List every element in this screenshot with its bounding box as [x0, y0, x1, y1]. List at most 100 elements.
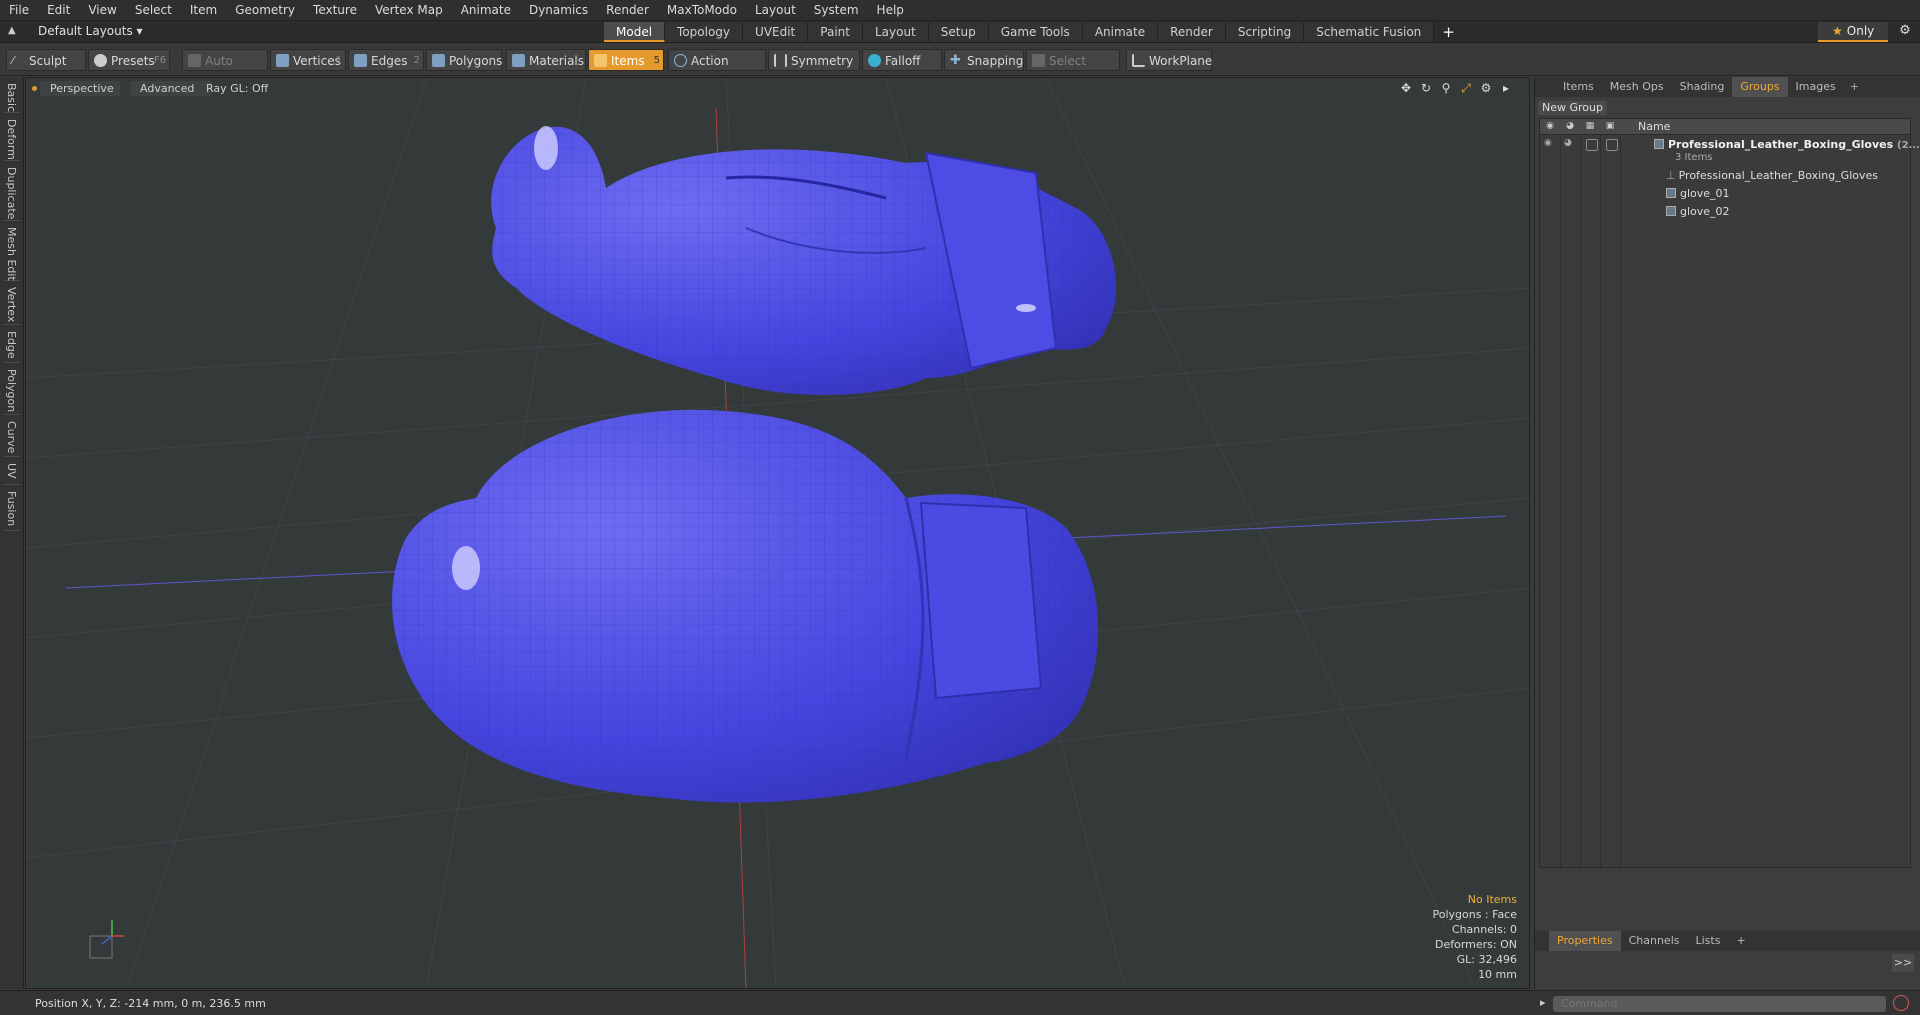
- tab-channels[interactable]: Channels: [1621, 931, 1688, 951]
- vtab-vertex[interactable]: Vertex: [3, 285, 21, 325]
- workplane-button[interactable]: WorkPlane: [1126, 49, 1212, 71]
- vtab-duplicate-label: Duplicate: [5, 167, 18, 220]
- menu-render[interactable]: Render: [597, 0, 658, 21]
- presets-shortcut: F6: [153, 55, 166, 66]
- rotate-view-icon[interactable]: ↻: [1419, 81, 1433, 96]
- vtab-deform[interactable]: Deform: [3, 117, 21, 161]
- fit-view-icon[interactable]: ⤢: [1459, 81, 1473, 96]
- raygl-button[interactable]: Ray GL: Off: [196, 81, 288, 96]
- tab-schematic-fusion[interactable]: Schematic Fusion: [1304, 22, 1435, 42]
- symmetry-button[interactable]: Symmetry: [768, 49, 860, 71]
- tab-uvedit[interactable]: UVEdit: [743, 22, 809, 42]
- edges-icon: [354, 54, 367, 67]
- sculpt-button[interactable]: ⁄ Sculpt: [6, 49, 86, 71]
- menu-file[interactable]: File: [0, 0, 38, 21]
- vtab-duplicate[interactable]: Duplicate: [3, 165, 21, 221]
- tab-properties[interactable]: Properties: [1549, 931, 1621, 951]
- vtab-basic[interactable]: Basic: [3, 81, 21, 113]
- layout-dropdown[interactable]: Default Layouts ▾: [38, 24, 143, 38]
- tab-groups[interactable]: Groups: [1732, 77, 1788, 97]
- polygons-button[interactable]: Polygons: [426, 49, 502, 71]
- command-input[interactable]: [1553, 996, 1886, 1012]
- tab-render[interactable]: Render: [1158, 22, 1226, 42]
- 3d-viewport[interactable]: Perspective Advanced Ray GL: Off ✥ ↻ ⚲ ⤢…: [25, 77, 1530, 989]
- group-lock-toggle[interactable]: [1586, 139, 1598, 151]
- tab-items[interactable]: Items: [1555, 77, 1602, 97]
- presets-label: Presets: [111, 54, 155, 68]
- new-group-button[interactable]: New Group: [1538, 101, 1607, 115]
- menu-vertex-map[interactable]: Vertex Map: [366, 0, 452, 21]
- tab-topology[interactable]: Topology: [665, 22, 744, 42]
- only-button[interactable]: ★ Only: [1818, 22, 1888, 42]
- menu-select[interactable]: Select: [126, 0, 181, 21]
- menu-maxtomodo[interactable]: MaxToModo: [658, 0, 746, 21]
- group-select-toggle[interactable]: [1606, 139, 1618, 151]
- auto-select-button[interactable]: Auto Select: [182, 49, 268, 90]
- edges-button[interactable]: Edges 2: [348, 49, 424, 71]
- materials-icon: [512, 54, 525, 67]
- tab-scripting[interactable]: Scripting: [1225, 22, 1305, 42]
- move-view-icon[interactable]: ✥: [1399, 81, 1413, 96]
- info-channels: Channels: 0: [1451, 923, 1517, 936]
- viewport-more-icon[interactable]: ▸: [1499, 81, 1513, 96]
- vtab-edge[interactable]: Edge: [3, 329, 21, 363]
- tab-shading[interactable]: Shading: [1672, 77, 1733, 97]
- list-item[interactable]: ⊥ Professional_Leather_Boxing_Gloves: [1666, 168, 1878, 184]
- menu-dynamics[interactable]: Dynamics: [520, 0, 597, 21]
- vtab-fusion[interactable]: Fusion: [3, 489, 21, 531]
- action-center-button[interactable]: Action Center: [668, 49, 766, 90]
- menu-help[interactable]: Help: [868, 0, 913, 21]
- items-shortcut: 5: [653, 55, 660, 66]
- view-mode-button[interactable]: Perspective: [40, 81, 120, 96]
- viewport-settings-icon[interactable]: ⚙: [1479, 81, 1493, 96]
- child-label-2: glove_02: [1680, 205, 1730, 218]
- menu-geometry[interactable]: Geometry: [226, 0, 304, 21]
- list-item[interactable]: glove_02: [1666, 204, 1730, 220]
- tab-paint[interactable]: Paint: [808, 22, 863, 42]
- group-render-toggle[interactable]: ◕: [1564, 138, 1576, 150]
- menu-system[interactable]: System: [805, 0, 868, 21]
- gear-icon[interactable]: ⚙: [1896, 23, 1914, 41]
- menu-animate[interactable]: Animate: [452, 0, 520, 21]
- tab-images[interactable]: Images: [1788, 77, 1844, 97]
- menu-layout[interactable]: Layout: [746, 0, 805, 21]
- render-header-icon: ◕: [1566, 121, 1574, 131]
- menu-view[interactable]: View: [79, 0, 125, 21]
- expand-button[interactable]: >>: [1892, 954, 1914, 972]
- tab-layout[interactable]: Layout: [862, 22, 929, 42]
- menu-texture[interactable]: Texture: [304, 0, 366, 21]
- select-through-button[interactable]: Select Through: [1026, 49, 1120, 90]
- tab-game-tools[interactable]: Game Tools: [988, 22, 1083, 42]
- tab-mesh-ops[interactable]: Mesh Ops: [1602, 77, 1672, 97]
- presets-button[interactable]: Presets F6: [88, 49, 170, 71]
- add-tab-icon[interactable]: +: [1434, 22, 1463, 42]
- add-props-tab-icon[interactable]: +: [1728, 931, 1753, 951]
- vtab-uv[interactable]: UV: [3, 461, 21, 485]
- materials-button[interactable]: Materials: [506, 49, 586, 71]
- group-visibility-toggle[interactable]: ◉: [1544, 138, 1556, 150]
- tab-model[interactable]: Model: [604, 22, 666, 42]
- viewport-options-dot[interactable]: [32, 86, 37, 91]
- menu-edit[interactable]: Edit: [38, 0, 79, 21]
- snapping-button[interactable]: ✚ Snapping: [944, 49, 1024, 71]
- polygons-icon: [432, 54, 445, 67]
- vtab-polygon[interactable]: Polygon: [3, 367, 21, 415]
- menu-item[interactable]: Item: [181, 0, 226, 21]
- zoom-view-icon[interactable]: ⚲: [1439, 81, 1453, 96]
- workplane-label: WorkPlane: [1149, 54, 1213, 68]
- falloff-button[interactable]: Falloff: [862, 49, 942, 71]
- add-panel-tab-icon[interactable]: +: [1844, 77, 1865, 97]
- tab-lists[interactable]: Lists: [1688, 931, 1729, 951]
- action-center-icon: [674, 54, 687, 67]
- vtab-mesh-edit[interactable]: Mesh Edit: [3, 225, 21, 281]
- list-item[interactable]: glove_01: [1666, 186, 1730, 202]
- vertices-button[interactable]: Vertices 1: [270, 49, 346, 71]
- stop-icon[interactable]: [1893, 995, 1909, 1011]
- vtab-curve[interactable]: Curve: [3, 419, 21, 457]
- layout-arrow-icon[interactable]: ▲: [8, 25, 20, 37]
- items-button[interactable]: Items 5: [588, 49, 664, 71]
- vertices-shortcut: 1: [335, 55, 342, 66]
- tab-setup[interactable]: Setup: [928, 22, 989, 42]
- tab-animate[interactable]: Animate: [1082, 22, 1159, 42]
- name-column-header[interactable]: Name: [1638, 120, 1670, 133]
